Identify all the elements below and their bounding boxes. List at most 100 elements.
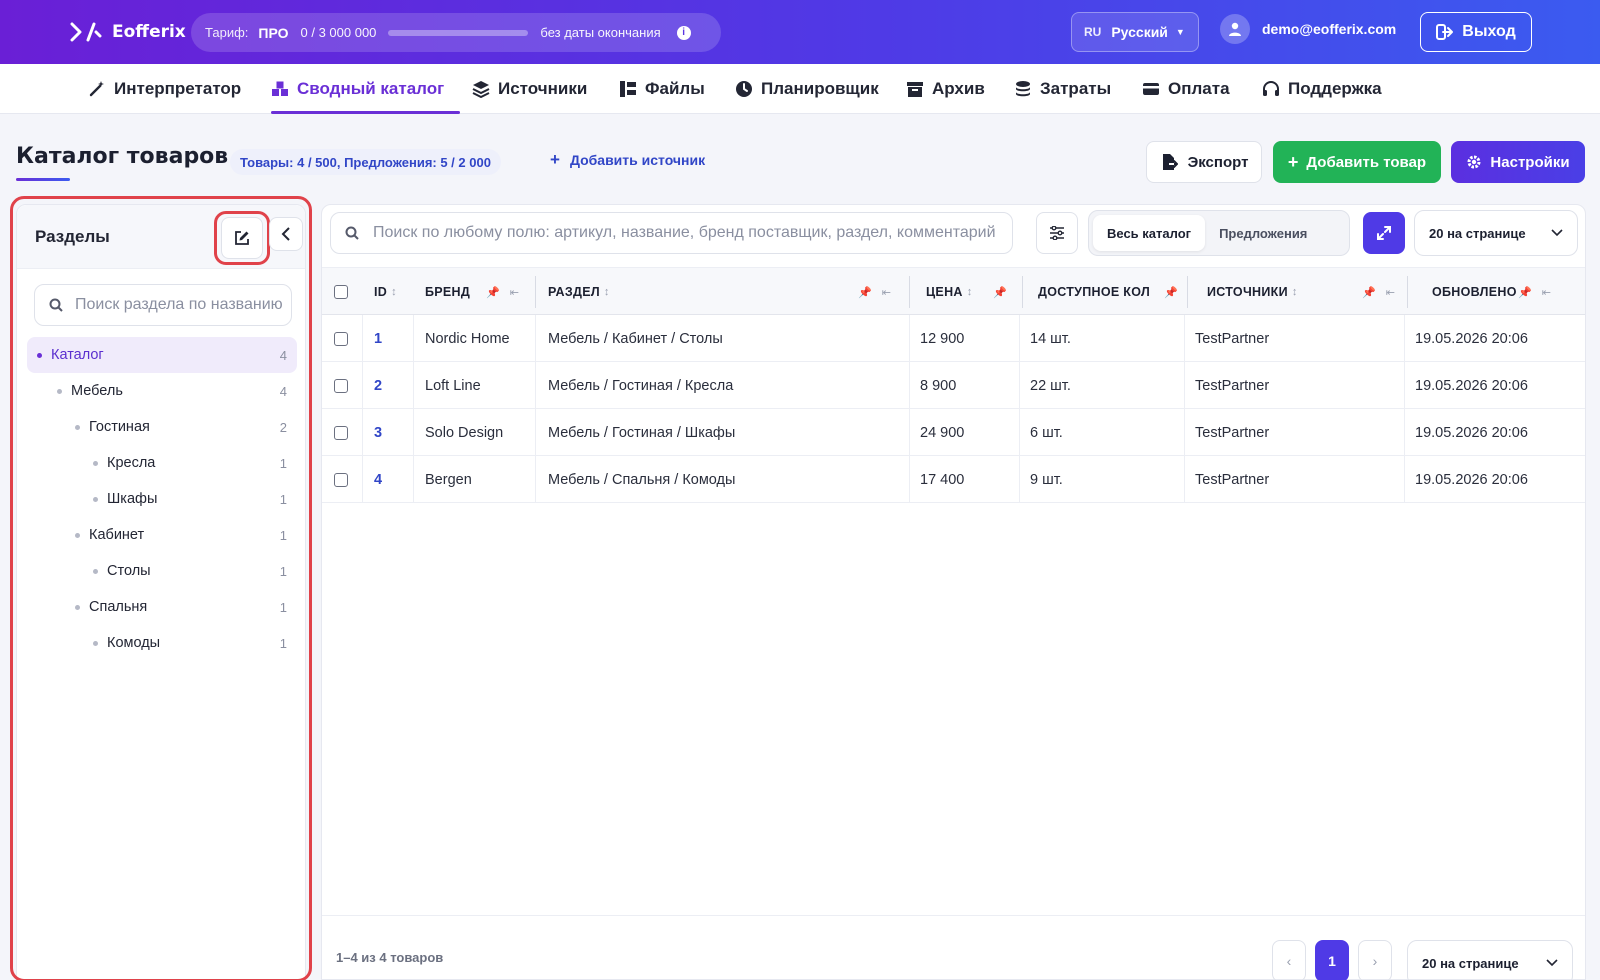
sort-icon[interactable]: ↕ (1292, 286, 1298, 298)
search-icon (49, 298, 63, 312)
page-button-current[interactable]: 1 (1315, 940, 1349, 980)
row-select-cell (334, 315, 348, 362)
nav-item-files[interactable]: Файлы (619, 64, 705, 114)
tree-item-tables[interactable]: Столы 1 (27, 553, 297, 589)
resize-icon[interactable]: ⇤ (1542, 286, 1551, 299)
column-header-section[interactable]: РАЗДЕЛ ↕ (548, 268, 610, 316)
resize-icon[interactable]: ⇤ (882, 286, 891, 299)
sort-icon[interactable]: ↕ (604, 286, 610, 298)
nav-item-payment[interactable]: Оплата (1142, 64, 1230, 114)
filter-button[interactable] (1036, 212, 1078, 254)
nav-item-archive[interactable]: Архив (906, 64, 985, 114)
settings-button[interactable]: Настройки (1451, 141, 1585, 183)
brand-column-controls: 📌 ⇤ (486, 268, 519, 316)
table-row[interactable]: 2 Loft Line Мебель / Гостиная / Кресла 8… (322, 362, 1585, 409)
nav-item-costs[interactable]: Затраты (1014, 64, 1111, 114)
pin-icon[interactable]: 📌 (1362, 286, 1376, 299)
tree-item-furniture[interactable]: Мебель 4 (27, 373, 297, 409)
footer-page-size-select[interactable]: 20 на странице (1407, 940, 1573, 980)
nav-label: Архив (932, 79, 985, 98)
pin-icon[interactable]: 📌 (486, 286, 500, 299)
edit-sections-button[interactable] (221, 217, 263, 259)
tree-count: 1 (279, 527, 287, 543)
column-header-id[interactable]: ID ↕ (374, 268, 397, 316)
tree-item-armchairs[interactable]: Кресла 1 (27, 445, 297, 481)
fullscreen-button[interactable] (1363, 212, 1405, 254)
page-size-label: 20 на странице (1422, 955, 1519, 971)
nav-item-scheduler[interactable]: Планировщик (735, 64, 879, 114)
tree-item-catalog[interactable]: Каталог 4 (27, 337, 297, 373)
nav-item-support[interactable]: Поддержка (1262, 64, 1382, 114)
prev-page-button[interactable]: ‹ (1272, 940, 1306, 980)
logout-button[interactable]: Выход (1420, 12, 1532, 52)
chevron-down-icon (1546, 959, 1558, 967)
tree-item-bedroom[interactable]: Спальня 1 (27, 589, 297, 625)
tree-label: Спальня (89, 599, 148, 615)
column-header-updated[interactable]: ОБНОВЛЕНО (1432, 268, 1516, 316)
tree-item-wardrobes[interactable]: Шкафы 1 (27, 481, 297, 517)
pin-icon[interactable]: 📌 (858, 286, 872, 299)
tree-label: Гостиная (89, 419, 150, 435)
row-checkbox[interactable] (334, 472, 348, 487)
table-row[interactable]: 4 Bergen Мебель / Спальня / Комоды 17 40… (322, 456, 1585, 503)
sort-icon[interactable]: ↕ (391, 286, 397, 298)
nav-item-sources[interactable]: Источники (472, 64, 587, 114)
nav-label: Сводный каталог (297, 79, 445, 98)
cell-brand: Nordic Home (425, 330, 510, 347)
cell-id[interactable]: 1 (374, 315, 382, 362)
pin-icon[interactable]: 📌 (993, 286, 1007, 299)
tree-count: 1 (279, 635, 287, 651)
user-menu[interactable]: demo@eofferix.com (1220, 14, 1396, 44)
column-header-sources[interactable]: ИСТОЧНИКИ ↕ (1207, 268, 1298, 316)
add-source-link[interactable]: + Добавить источник (550, 150, 705, 170)
caret-down-icon: ▼ (1175, 27, 1185, 37)
cell-source: TestPartner (1195, 330, 1270, 347)
column-header-available-qty[interactable]: ДОСТУПНОЕ КОЛ (1038, 268, 1150, 316)
sort-icon[interactable]: ↕ (967, 286, 973, 298)
section-search-input[interactable]: Поиск раздела по названию (34, 284, 292, 326)
offers-tab[interactable]: Предложения (1205, 215, 1321, 251)
brand-logo[interactable]: Eofferix (70, 20, 186, 44)
select-all-checkbox[interactable] (334, 285, 348, 299)
export-button[interactable]: Экспорт (1146, 141, 1262, 183)
usage-counts-badge: Товары: 4 / 500, Предложения: 5 / 2 000 (230, 149, 501, 175)
add-product-button[interactable]: + Добавить товар (1273, 141, 1441, 183)
tree-label: Столы (107, 563, 151, 579)
cell-id[interactable]: 4 (374, 456, 382, 503)
bullet-icon (93, 460, 98, 466)
archive-icon (907, 82, 923, 97)
tree-item-office[interactable]: Кабинет 1 (27, 517, 297, 553)
user-email: demo@eofferix.com (1262, 21, 1397, 37)
whole-catalog-tab[interactable]: Весь каталог (1093, 215, 1206, 251)
tariff-expiry: без даты окончания (540, 25, 661, 40)
column-header-price[interactable]: ЦЕНА ↕ (926, 268, 973, 316)
row-checkbox[interactable] (334, 331, 348, 346)
pin-icon[interactable]: 📌 (1164, 286, 1178, 299)
row-checkbox[interactable] (334, 425, 348, 440)
cell-id[interactable]: 3 (374, 409, 382, 456)
pin-icon[interactable]: 📌 (1518, 286, 1532, 299)
info-icon[interactable]: i (676, 25, 691, 40)
settings-label: Настройки (1490, 153, 1570, 171)
tree-label: Мебель (71, 383, 123, 399)
row-checkbox[interactable] (334, 378, 348, 393)
collapse-sidebar-button[interactable] (269, 217, 303, 251)
table-row[interactable]: 3 Solo Design Мебель / Гостиная / Шкафы … (322, 409, 1585, 456)
page-size-select[interactable]: 20 на странице (1414, 210, 1578, 256)
resize-icon[interactable]: ⇤ (1386, 286, 1395, 299)
table-row[interactable]: 1 Nordic Home Мебель / Кабинет / Столы 1… (322, 315, 1585, 362)
tree-item-living-room[interactable]: Гостиная 2 (27, 409, 297, 445)
language-select[interactable]: RU Русский ▼ (1071, 12, 1199, 52)
cell-updated: 19.05.2026 20:06 (1415, 330, 1528, 347)
chevron-left-icon (281, 227, 290, 241)
chevron-left-icon: ‹ (1286, 953, 1292, 969)
resize-icon[interactable]: ⇤ (510, 286, 519, 299)
cell-id[interactable]: 2 (374, 362, 382, 409)
nav-item-interpreter[interactable]: Интерпретатор (88, 64, 241, 114)
nav-item-catalog[interactable]: Сводный каталог (271, 64, 461, 114)
tree-item-dressers[interactable]: Комоды 1 (27, 625, 297, 661)
next-page-button[interactable]: › (1358, 940, 1392, 980)
catalog-search-input[interactable]: Поиск по любому полю: артикул, название,… (330, 212, 1013, 254)
column-header-brand[interactable]: БРЕНД (425, 268, 470, 316)
cell-qty: 9 шт. (1030, 471, 1063, 488)
